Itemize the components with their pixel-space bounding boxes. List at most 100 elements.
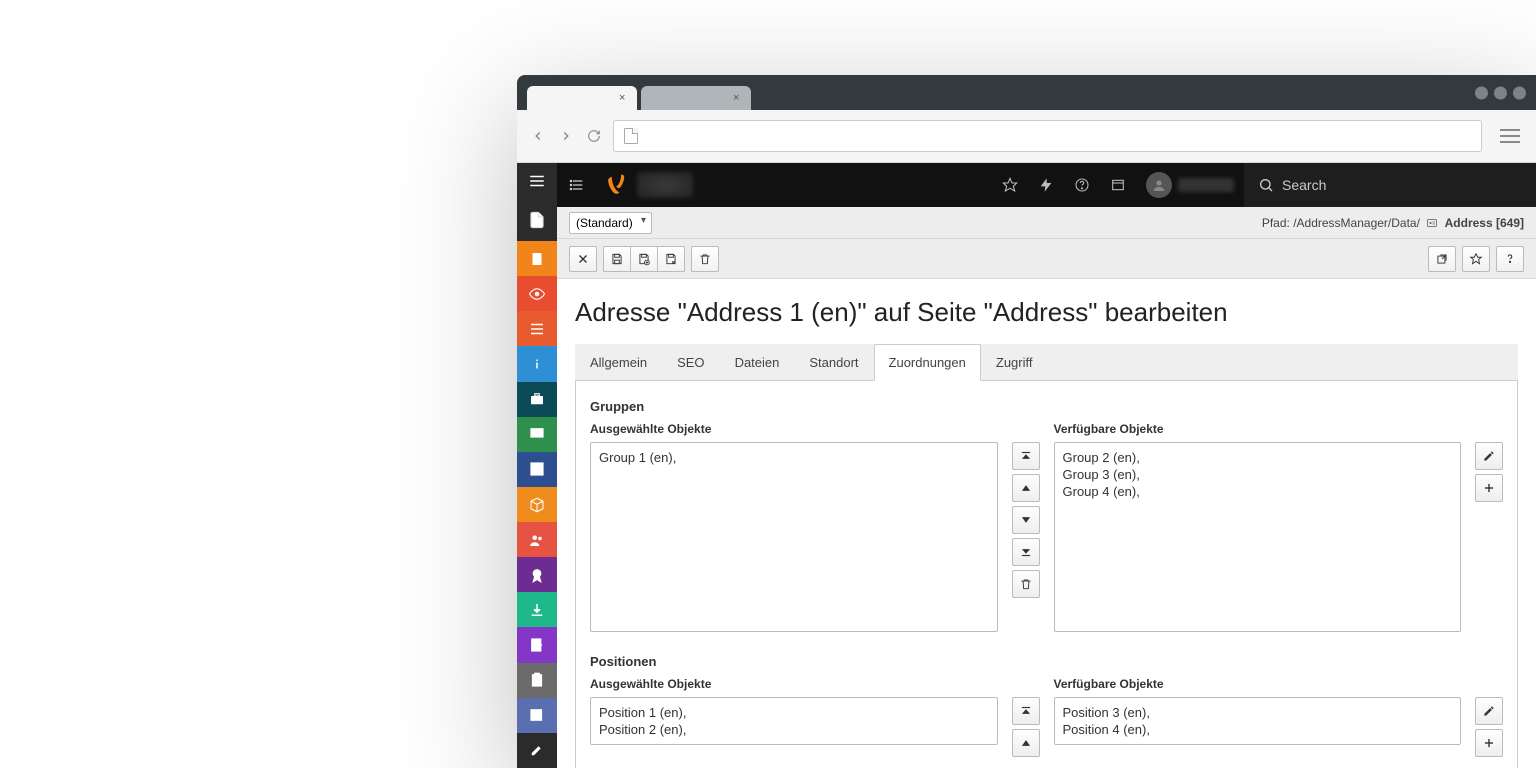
browser-menu-button[interactable] — [1500, 129, 1520, 143]
menu-collapse-icon[interactable] — [517, 163, 557, 198]
add-record-button[interactable] — [1475, 729, 1503, 757]
save-button[interactable] — [603, 246, 631, 272]
module-news-icon[interactable] — [517, 698, 557, 733]
delete-button[interactable] — [691, 246, 719, 272]
edit-record-button[interactable] — [1475, 442, 1503, 470]
module-info-icon[interactable] — [517, 346, 557, 381]
module-presentation-icon[interactable] — [517, 417, 557, 452]
module-view-icon[interactable] — [517, 276, 557, 311]
list-item[interactable]: Group 2 (en), — [1063, 449, 1453, 466]
list-item[interactable]: Group 1 (en), — [599, 449, 989, 466]
forward-button[interactable] — [557, 127, 575, 145]
open-new-button[interactable] — [1428, 246, 1456, 272]
module-layout-icon[interactable] — [517, 452, 557, 487]
module-list-icon[interactable] — [517, 311, 557, 346]
available-label: Verfügbare Objekte — [1054, 422, 1462, 436]
path-bar: (Standard) Pfad: /AddressManager/Data/ A… — [557, 207, 1536, 239]
available-label: Verfügbare Objekte — [1054, 677, 1462, 691]
edit-record-button[interactable] — [1475, 697, 1503, 725]
groups-selected-list[interactable]: Group 1 (en), — [590, 442, 998, 632]
page-icon — [624, 128, 638, 144]
breadcrumb: Pfad: /AddressManager/Data/ Address [649… — [1262, 216, 1524, 230]
module-users-icon[interactable] — [517, 522, 557, 557]
move-top-button[interactable] — [1012, 697, 1040, 725]
browser-titlebar: × × — [517, 75, 1536, 110]
list-item[interactable]: Position 4 (en), — [1063, 721, 1453, 738]
application-icon[interactable] — [1100, 163, 1136, 207]
tab-zuordnungen[interactable]: Zuordnungen — [874, 344, 981, 381]
module-clipboard-icon[interactable] — [517, 663, 557, 698]
search-box[interactable]: Search — [1244, 163, 1536, 207]
user-menu[interactable] — [1136, 172, 1244, 198]
positions-selected-list[interactable]: Position 1 (en), Position 2 (en), — [590, 697, 998, 745]
record-buttons — [1475, 442, 1503, 502]
tab-close-icon[interactable]: × — [733, 93, 743, 103]
tab-zugriff[interactable]: Zugriff — [981, 344, 1048, 380]
tree-toggle-icon[interactable] — [557, 163, 597, 207]
remove-button[interactable] — [1012, 570, 1040, 598]
move-bottom-button[interactable] — [1012, 538, 1040, 566]
list-item[interactable]: Position 1 (en), — [599, 704, 989, 721]
browser-window: × × — [517, 75, 1536, 768]
save-view-button[interactable] — [630, 246, 658, 272]
groups-available-list[interactable]: Group 2 (en), Group 3 (en), Group 4 (en)… — [1054, 442, 1462, 632]
section-gruppen-heading: Gruppen — [590, 399, 1503, 414]
help-button[interactable] — [1496, 246, 1524, 272]
help-icon[interactable] — [1064, 163, 1100, 207]
page-title: Adresse "Address 1 (en)" auf Seite "Addr… — [575, 297, 1518, 328]
list-item[interactable]: Group 3 (en), — [1063, 466, 1453, 483]
bookmark-button[interactable] — [1462, 246, 1490, 272]
list-item[interactable]: Group 4 (en), — [1063, 483, 1453, 500]
list-item[interactable]: Position 3 (en), — [1063, 704, 1453, 721]
module-page-icon[interactable] — [517, 241, 557, 276]
record-icon — [1425, 217, 1439, 229]
username-blurred — [1178, 178, 1234, 192]
module-award-icon[interactable] — [517, 557, 557, 592]
add-record-button[interactable] — [1475, 474, 1503, 502]
app-frame: Search (Standard) Pfad: /AddressManager/… — [517, 163, 1536, 768]
move-up-button[interactable] — [1012, 729, 1040, 757]
tab-seo[interactable]: SEO — [662, 344, 719, 380]
bookmark-star-icon[interactable] — [992, 163, 1028, 207]
file-icon[interactable] — [517, 198, 557, 241]
module-tool-icon[interactable] — [517, 733, 557, 768]
back-button[interactable] — [529, 127, 547, 145]
save-close-button[interactable] — [657, 246, 685, 272]
close-button[interactable] — [569, 246, 597, 272]
topbar: Search — [557, 163, 1536, 207]
avatar-icon — [1146, 172, 1172, 198]
module-download-icon[interactable] — [517, 592, 557, 627]
search-icon — [1258, 177, 1274, 193]
window-controls — [1475, 86, 1526, 99]
positions-available-list[interactable]: Position 3 (en), Position 4 (en), — [1054, 697, 1462, 745]
tab-close-icon[interactable]: × — [619, 93, 629, 103]
brand-text-blurred — [637, 172, 693, 198]
language-select[interactable]: (Standard) — [569, 212, 652, 234]
tab-dateien[interactable]: Dateien — [720, 344, 795, 380]
selected-label: Ausgewählte Objekte — [590, 677, 998, 691]
browser-tab-active[interactable]: × — [527, 86, 637, 110]
reorder-buttons — [1012, 697, 1040, 757]
module-edit-icon[interactable] — [517, 627, 557, 662]
record-buttons — [1475, 697, 1503, 757]
move-top-button[interactable] — [1012, 442, 1040, 470]
move-down-button[interactable] — [1012, 506, 1040, 534]
tab-standort[interactable]: Standort — [794, 344, 873, 380]
tab-panel: Gruppen Ausgewählte Objekte Group 1 (en)… — [575, 381, 1518, 768]
module-briefcase-icon[interactable] — [517, 382, 557, 417]
window-dot[interactable] — [1475, 86, 1488, 99]
module-package-icon[interactable] — [517, 487, 557, 522]
tab-allgemein[interactable]: Allgemein — [575, 344, 662, 380]
window-dot[interactable] — [1494, 86, 1507, 99]
section-positionen-heading: Positionen — [590, 654, 1503, 669]
groups-dual-list: Ausgewählte Objekte Group 1 (en), — [590, 422, 1503, 632]
doc-toolbar — [557, 239, 1536, 279]
browser-tab-inactive[interactable]: × — [641, 86, 751, 110]
flash-icon[interactable] — [1028, 163, 1064, 207]
window-dot[interactable] — [1513, 86, 1526, 99]
list-item[interactable]: Position 2 (en), — [599, 721, 989, 738]
url-bar[interactable] — [613, 120, 1482, 152]
reload-button[interactable] — [585, 127, 603, 145]
move-up-button[interactable] — [1012, 474, 1040, 502]
app-body: Search (Standard) Pfad: /AddressManager/… — [557, 163, 1536, 768]
